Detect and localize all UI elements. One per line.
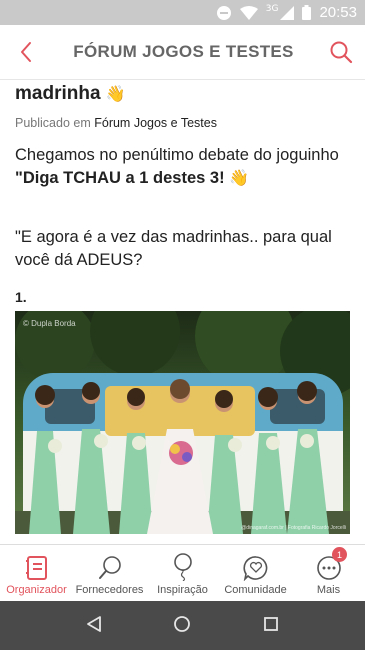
status-time: 20:53	[319, 4, 357, 21]
balloon-icon	[173, 553, 192, 581]
system-nav-bar	[0, 601, 365, 650]
notification-badge: 1	[332, 547, 347, 562]
post-content[interactable]: madrinha 👋 Publicado em Fórum Jogos e Te…	[0, 80, 365, 544]
meta-prefix: Publicado em	[15, 116, 91, 130]
post-title: madrinha 👋	[15, 82, 350, 106]
back-button[interactable]	[12, 38, 40, 66]
tab-label: Comunidade	[224, 584, 287, 596]
triangle-back-icon	[86, 615, 101, 632]
heart-chat-icon	[242, 556, 267, 581]
post-paragraph-1: Chegamos no penúltimo debate do joguinho…	[15, 144, 350, 190]
category-link[interactable]: Fórum Jogos e Testes	[94, 116, 217, 130]
tab-comunidade[interactable]: Comunidade	[219, 545, 292, 601]
cell-signal-icon	[280, 5, 295, 20]
bottom-tab-bar: Organizador Fornecedores Inspiração Comu…	[0, 544, 365, 601]
status-bar: 3G 20:53	[0, 0, 365, 25]
tab-inspiracao[interactable]: Inspiração	[146, 545, 219, 601]
paragraph-1-bold: Diga TCHAU a 1 destes 3	[22, 169, 220, 187]
circle-home-icon	[174, 615, 191, 632]
wifi-icon	[239, 5, 258, 20]
organizer-book-icon	[25, 556, 47, 580]
waving-hand-emoji: 👋	[105, 86, 126, 103]
battery-icon	[302, 5, 312, 20]
nav-home-button[interactable]	[173, 615, 191, 637]
tab-label: Mais	[316, 584, 341, 596]
search-button[interactable]	[327, 38, 355, 66]
do-not-disturb-icon	[216, 5, 232, 21]
item-number: 1.	[15, 289, 27, 305]
square-recents-icon	[264, 616, 279, 631]
photo-illustration	[15, 311, 350, 534]
paragraph-1-end: !	[219, 169, 225, 187]
photo-credit: @dinagaraf.com.br | Fotografia Ricardo J…	[241, 525, 346, 531]
search-icon	[330, 41, 353, 64]
network-type-label: 3G	[265, 4, 279, 14]
tab-label: Inspiração	[157, 584, 208, 596]
tab-fornecedores[interactable]: Fornecedores	[73, 545, 146, 601]
page-title: FÓRUM JOGOS E TESTES	[73, 42, 294, 61]
paragraph-1-quote: "	[15, 169, 23, 187]
tab-label: Organizador	[6, 584, 67, 596]
nav-recents-button[interactable]	[263, 616, 279, 636]
bridesmaids-photo[interactable]: © Dupla Borda @dinagaraf.com.br | Fotogr…	[15, 311, 350, 534]
app-header: FÓRUM JOGOS E TESTES	[0, 25, 365, 80]
post-meta: Publicado em Fórum Jogos e Testes	[15, 116, 350, 130]
photo-watermark: © Dupla Borda	[23, 319, 76, 328]
chevron-left-icon	[21, 42, 31, 62]
nav-back-button[interactable]	[86, 615, 102, 637]
magnifier-icon	[98, 556, 121, 579]
paragraph-1-line-1: Chegamos no penúltimo debate do joguinho	[15, 146, 339, 164]
tab-label: Fornecedores	[75, 584, 144, 596]
waving-hand-emoji: 👋	[229, 170, 250, 187]
post-title-text: madrinha	[15, 83, 101, 104]
post-paragraph-2: "E agora é a vez das madrinhas.. para qu…	[15, 228, 332, 269]
tab-organizador[interactable]: Organizador	[0, 545, 73, 601]
tab-mais[interactable]: 1 Mais	[292, 545, 365, 601]
